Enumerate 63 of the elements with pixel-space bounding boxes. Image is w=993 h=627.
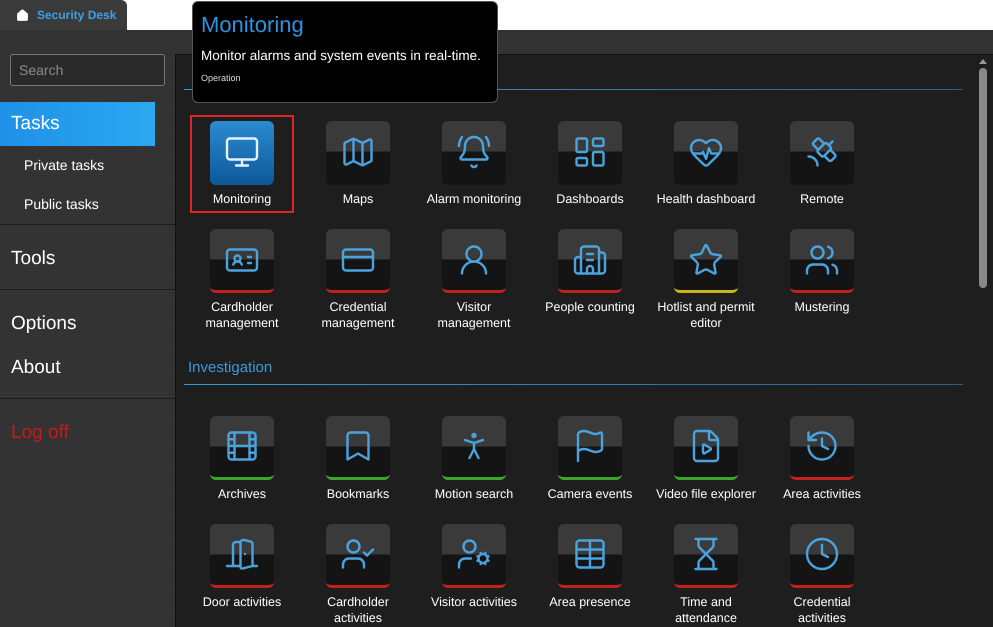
task-tile[interactable]: Bookmarks bbox=[308, 412, 408, 506]
task-tile[interactable]: Video file explorer bbox=[656, 412, 756, 506]
tile-label: Credential activities bbox=[792, 594, 852, 626]
tile-label: Visitor activities bbox=[431, 594, 517, 610]
task-tile[interactable]: Dashboards bbox=[540, 117, 640, 211]
task-tile[interactable]: Camera events bbox=[540, 412, 640, 506]
tile-label: People counting bbox=[545, 299, 635, 315]
tile-label: Cardholder management bbox=[204, 299, 280, 331]
task-tile[interactable]: Remote bbox=[772, 117, 872, 211]
task-tile[interactable]: Hotlist and permit editor bbox=[656, 225, 756, 335]
task-tile[interactable]: Visitor activities bbox=[424, 520, 524, 627]
task-tile[interactable]: Credential activities bbox=[772, 520, 872, 627]
tile-label: Video file explorer bbox=[656, 486, 756, 502]
task-tile[interactable]: Visitor management bbox=[424, 225, 524, 335]
tile-label: Health dashboard bbox=[656, 191, 756, 207]
tile-label: Archives bbox=[218, 486, 266, 502]
nav-item[interactable]: Options bbox=[0, 302, 175, 346]
nav-item[interactable]: Tools bbox=[0, 237, 175, 281]
task-tile[interactable]: Mustering bbox=[772, 225, 872, 335]
nav-subitem[interactable]: Private tasks bbox=[0, 146, 175, 185]
task-tile[interactable]: People counting bbox=[540, 225, 640, 335]
tile-label: Time and attendance bbox=[674, 594, 738, 626]
section-heading: Investigation bbox=[188, 358, 274, 378]
task-tile[interactable]: Area activities bbox=[772, 412, 872, 506]
door-icon bbox=[224, 536, 260, 572]
bell-icon bbox=[456, 134, 492, 170]
task-tile[interactable]: Alarm monitoring bbox=[424, 117, 524, 211]
task-tile[interactable]: Motion search bbox=[424, 412, 524, 506]
task-tile[interactable]: Credential management bbox=[308, 225, 408, 335]
task-tile[interactable]: Area presence bbox=[540, 520, 640, 627]
nav-item[interactable]: About bbox=[0, 346, 175, 390]
tile-label: Monitoring bbox=[212, 191, 272, 207]
task-tile[interactable]: Archives bbox=[192, 412, 292, 506]
tile-label: Bookmarks bbox=[326, 486, 390, 502]
tile-label: Area presence bbox=[549, 594, 631, 610]
tile-label: Door activities bbox=[202, 594, 282, 610]
task-tile[interactable]: Cardholder activities bbox=[308, 520, 408, 627]
tile-label: Camera events bbox=[548, 486, 632, 502]
tile-label: Mustering bbox=[794, 299, 850, 315]
task-tile[interactable]: Cardholder management bbox=[192, 225, 292, 335]
tooltip-description: Monitor alarms and system events in real-time. bbox=[201, 47, 482, 65]
task-tile[interactable]: Door activities bbox=[192, 520, 292, 627]
search-field[interactable]: Search bbox=[10, 54, 165, 86]
tile-label: Maps bbox=[342, 191, 374, 207]
tile-label: Hotlist and permit editor bbox=[656, 299, 756, 331]
tile-label: Dashboards bbox=[556, 191, 624, 207]
app-tab[interactable]: Security Desk bbox=[0, 0, 127, 30]
task-tile[interactable]: Time and attendance bbox=[656, 520, 756, 627]
task-tile[interactable]: Health dashboard bbox=[656, 117, 756, 211]
tile-label: Motion search bbox=[434, 486, 514, 502]
home-icon bbox=[16, 8, 29, 22]
tile-label: Remote bbox=[800, 191, 844, 207]
tooltip-title: Monitoring bbox=[201, 12, 305, 38]
tooltip-category: Operation bbox=[201, 72, 242, 86]
tile-label: Alarm monitoring bbox=[426, 191, 522, 207]
tile-label: Credential management bbox=[320, 299, 396, 331]
tile-label: Visitor management bbox=[436, 299, 512, 331]
tile-label: Cardholder activities bbox=[326, 594, 390, 626]
task-tile[interactable]: Monitoring bbox=[192, 117, 292, 211]
app-tab-label: Security Desk bbox=[37, 7, 116, 24]
tile-label: Area activities bbox=[783, 486, 861, 502]
task-tile[interactable]: Maps bbox=[308, 117, 408, 211]
nav-subitem[interactable]: Public tasks bbox=[0, 185, 175, 224]
